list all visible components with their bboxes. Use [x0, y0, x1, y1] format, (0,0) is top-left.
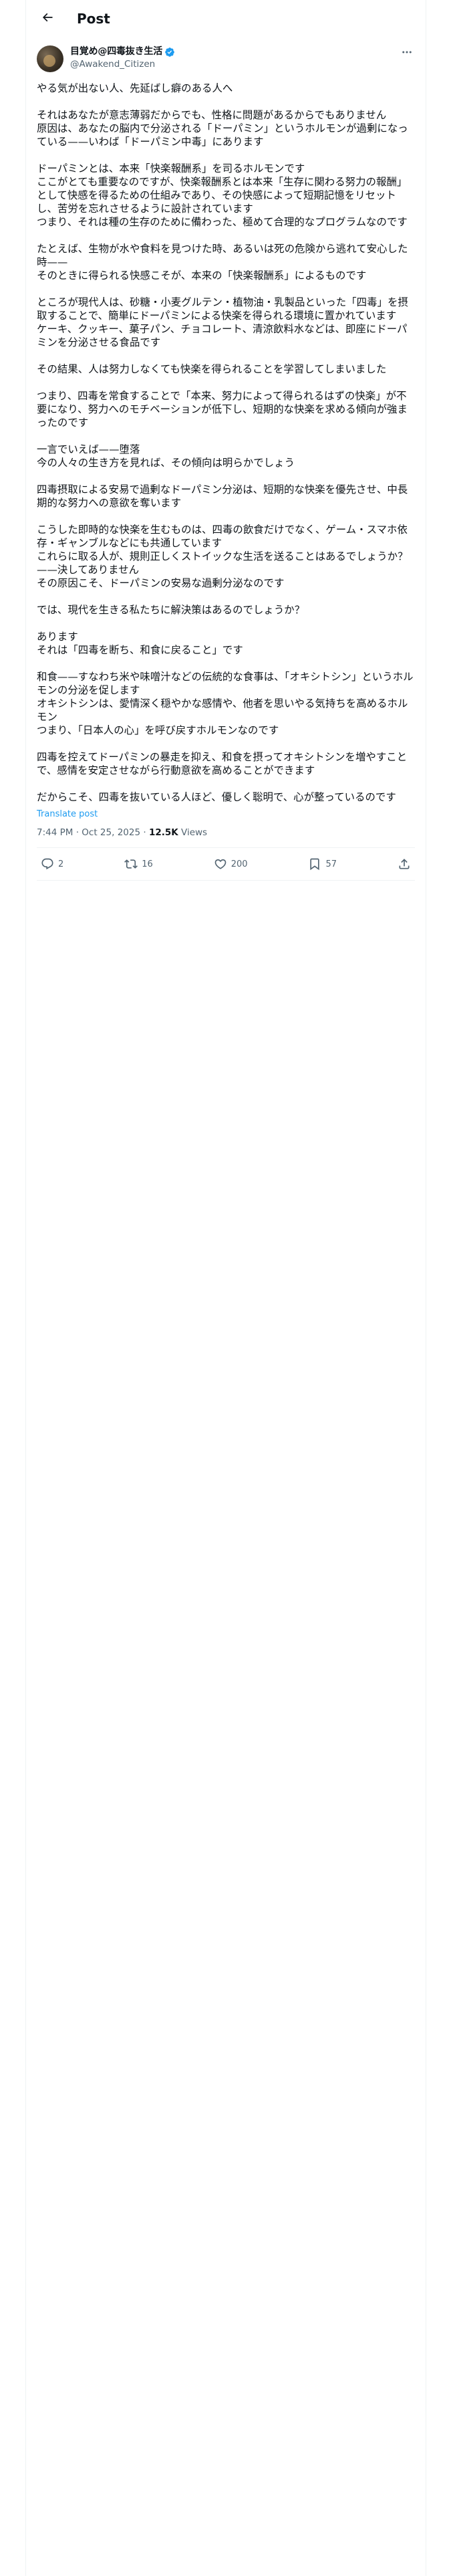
reply-button[interactable]: 2 — [41, 857, 63, 871]
display-name[interactable]: 目覚め@四毒抜き生活 — [70, 45, 162, 58]
views-label: Views — [181, 827, 208, 838]
share-button[interactable] — [398, 857, 411, 871]
meta-separator-2: · — [143, 827, 146, 838]
user-handle[interactable]: @Awakend_Citizen — [70, 58, 175, 71]
share-icon — [398, 857, 411, 871]
views-count: 12.5K — [148, 827, 178, 838]
post-time[interactable]: 7:44 PM — [37, 827, 73, 838]
author-row: 目覚め@四毒抜き生活 @Awakend_Citizen — [26, 37, 426, 72]
like-button[interactable]: 200 — [214, 857, 248, 871]
verified-badge-icon — [164, 47, 175, 58]
heart-icon — [214, 857, 227, 871]
post-meta: 7:44 PM · Oct 25, 2025 · 12.5K Views — [26, 819, 426, 847]
more-dots-icon — [401, 46, 413, 61]
post-date[interactable]: Oct 25, 2025 — [82, 827, 140, 838]
top-bar: Post — [26, 0, 426, 37]
translate-post-link[interactable]: Translate post — [26, 804, 426, 819]
reply-count: 2 — [58, 859, 64, 869]
more-options-button[interactable] — [399, 47, 415, 60]
repost-button[interactable]: 16 — [124, 857, 153, 871]
reply-icon — [41, 857, 54, 871]
bookmark-button[interactable]: 57 — [308, 857, 337, 871]
repost-count: 16 — [142, 859, 153, 869]
avatar[interactable] — [37, 45, 63, 72]
post-text: やる気が出ない人、先延ばし癖のある人へ それはあなたが意志薄弱だからでも、性格に… — [37, 82, 414, 803]
repost-icon — [124, 857, 138, 871]
back-button[interactable] — [35, 7, 59, 31]
action-bar: 2 16 200 57 — [37, 847, 415, 881]
meta-separator: · — [76, 827, 79, 838]
post-column: Post 目覚め@四毒抜き生活 @Awakend_Citizen やる気が出ない… — [25, 0, 426, 2576]
bookmark-icon — [308, 857, 321, 871]
bookmark-count: 57 — [325, 859, 337, 869]
author-meta: 目覚め@四毒抜き生活 @Awakend_Citizen — [70, 45, 175, 71]
back-arrow-icon — [41, 11, 54, 27]
page-title: Post — [77, 11, 110, 27]
like-count: 200 — [231, 859, 248, 869]
